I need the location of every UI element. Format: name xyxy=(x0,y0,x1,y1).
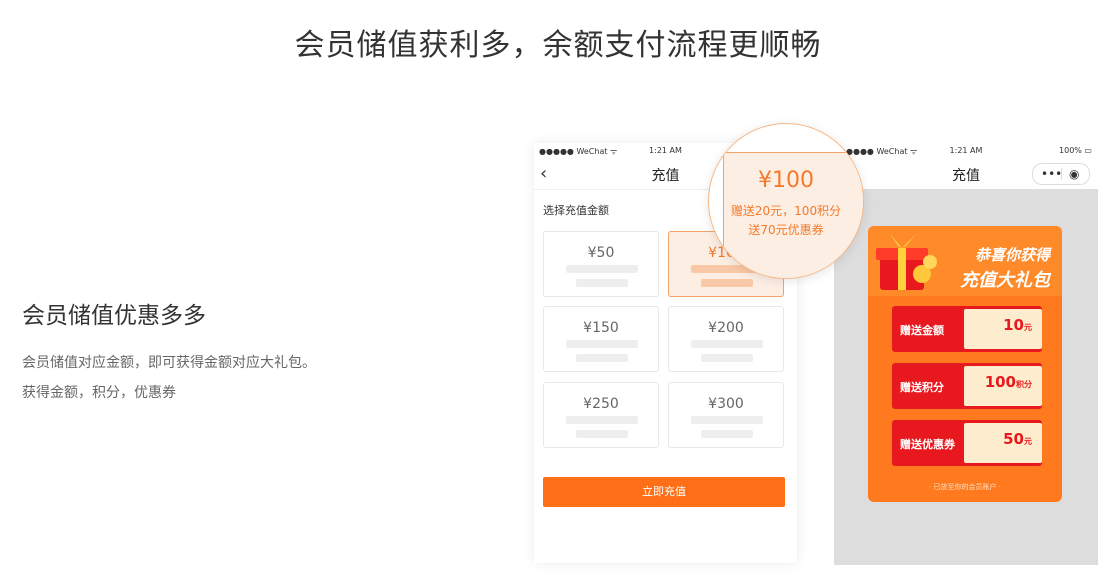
gift-phone-mockup: ●●●●● WeChat ᯤ 1:21 AM 100% ▭ 充值 ••• ◉ 恭… xyxy=(834,143,1098,565)
gift-row-value: 100积分 xyxy=(985,373,1032,391)
page-title: 会员储值获利多，余额支付流程更顺畅 xyxy=(294,28,822,63)
gift-value-unit: 元 xyxy=(1024,437,1032,446)
feature-description: 会员储值对应金额，即可获得金额对应大礼包。 获得金额，积分，优惠券 xyxy=(22,348,316,408)
placeholder-bar xyxy=(701,430,753,438)
recharge-now-button[interactable]: 立即充值 xyxy=(543,477,785,507)
gift-footer-note: · 已放至你的会员账户 · xyxy=(929,483,1001,491)
amount-option-250[interactable]: ¥250 xyxy=(543,382,659,448)
placeholder-bar xyxy=(576,279,628,287)
gift-value-unit: 元 xyxy=(1024,323,1032,332)
status-bar: ●●●●● WeChat ᯤ 1:21 AM 100% ▭ xyxy=(834,143,1098,159)
placeholder-bar xyxy=(576,354,628,362)
zoom-price: ¥100 xyxy=(758,168,814,193)
gift-box-icon xyxy=(876,234,937,290)
gift-value-number: 100 xyxy=(984,373,1016,391)
amount-option-300[interactable]: ¥300 xyxy=(668,382,784,448)
placeholder-bar xyxy=(691,340,763,348)
gift-row-label: 赠送金额 xyxy=(900,324,944,337)
battery-indicator: 100% ▭ xyxy=(1059,146,1092,155)
zoom-bonus-line-2: 送70元优惠券 xyxy=(748,223,824,237)
gift-package-card: 恭喜你获得 充值大礼包 赠送金额 10元 赠送积分 100积分 赠送优惠券 50… xyxy=(868,226,1062,502)
gift-row-label: 赠送积分 xyxy=(900,381,944,394)
capsule-divider xyxy=(1061,168,1062,180)
amount-value: ¥300 xyxy=(708,396,744,412)
nav-bar: 充值 ••• ◉ xyxy=(834,159,1098,189)
more-icon[interactable]: ••• xyxy=(1041,164,1062,184)
select-amount-label: 选择充值金额 xyxy=(543,204,609,217)
gift-title-line-1: 恭喜你获得 xyxy=(974,246,1050,264)
gift-value-number: 10 xyxy=(1003,316,1024,334)
placeholder-bar xyxy=(566,416,638,424)
feature-desc-line-1: 会员储值对应金额，即可获得金额对应大礼包。 xyxy=(22,355,316,371)
feature-desc-line-2: 获得金额，积分，优惠券 xyxy=(22,385,176,401)
placeholder-bar xyxy=(566,340,638,348)
placeholder-bar xyxy=(691,416,763,424)
amount-option-50[interactable]: ¥50 xyxy=(543,231,659,297)
gift-row-amount: 赠送金额 10元 xyxy=(892,306,1042,352)
zoom-callout: ¥100 赠送20元，100积分 送70元优惠券 xyxy=(708,123,864,279)
amount-value: ¥200 xyxy=(708,320,744,336)
amount-option-150[interactable]: ¥150 xyxy=(543,306,659,372)
gift-value-unit: 积分 xyxy=(1016,380,1032,389)
zoom-bonus-line-1: 赠送20元，100积分 xyxy=(730,204,842,218)
miniprogram-capsule: ••• ◉ xyxy=(1032,163,1090,185)
amount-value: ¥50 xyxy=(587,245,615,261)
gift-row-value: 10元 xyxy=(1003,316,1032,334)
gift-row-coupon: 赠送优惠券 50元 xyxy=(892,420,1042,466)
feature-title: 会员储值优惠多多 xyxy=(22,303,206,329)
gift-value-number: 50 xyxy=(1003,430,1024,448)
gift-row-value: 50元 xyxy=(1003,430,1032,448)
placeholder-bar xyxy=(701,354,753,362)
placeholder-bar xyxy=(566,265,638,273)
amount-option-200[interactable]: ¥200 xyxy=(668,306,784,372)
close-miniprogram-icon[interactable]: ◉ xyxy=(1069,164,1079,184)
amount-value: ¥250 xyxy=(583,396,619,412)
placeholder-bar xyxy=(576,430,628,438)
gift-row-label: 赠送优惠券 xyxy=(900,438,955,451)
placeholder-bar xyxy=(701,279,753,287)
gift-title-line-2: 充值大礼包 xyxy=(960,270,1050,291)
amount-value: ¥150 xyxy=(583,320,619,336)
gift-row-points: 赠送积分 100积分 xyxy=(892,363,1042,409)
